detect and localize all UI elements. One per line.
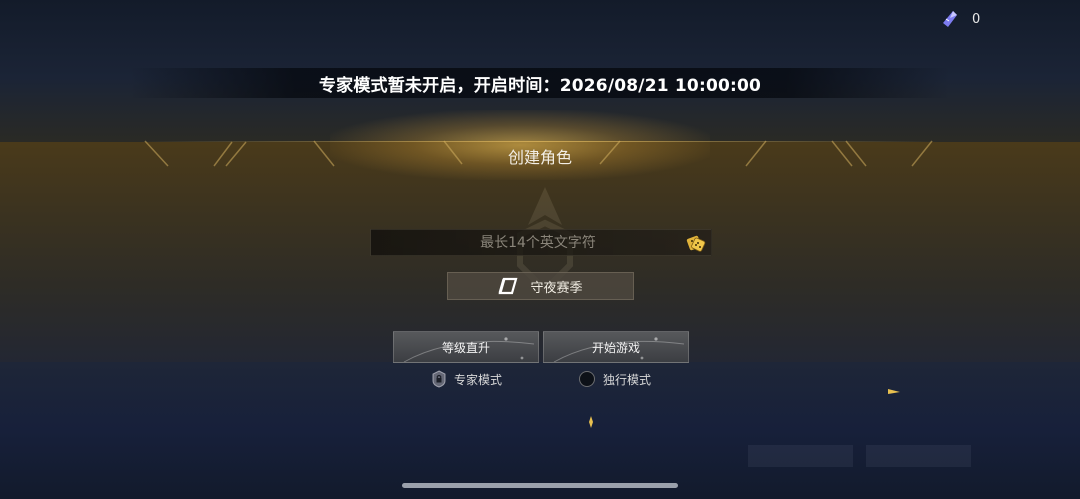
expert-mode-option[interactable]: 专家模式	[432, 369, 502, 389]
gem-icon	[943, 11, 957, 27]
notice-text: 专家模式暂未开启，开启时间：2026/08/21 10:00:00	[318, 75, 762, 96]
faded-background-button	[866, 445, 971, 467]
solo-mode-option[interactable]: 独行模式	[579, 369, 651, 389]
random-name-dice-icon[interactable]	[685, 232, 707, 254]
background-ground	[0, 362, 1080, 499]
home-indicator[interactable]	[402, 483, 678, 488]
horizon-line	[140, 141, 940, 142]
level-up-button[interactable]: 等级直升	[393, 331, 539, 363]
currency-bar: 0	[940, 6, 1080, 32]
solo-mode-radio[interactable]	[579, 371, 595, 387]
start-game-button[interactable]: 开始游戏	[543, 331, 689, 363]
spark	[888, 389, 900, 394]
name-field	[370, 229, 712, 256]
lock-icon	[432, 370, 446, 388]
start-game-label: 开始游戏	[591, 340, 640, 355]
expert-mode-label: 专家模式	[454, 372, 503, 387]
solo-mode-label: 独行模式	[603, 372, 652, 387]
page-title: 创建角色	[507, 148, 572, 167]
level-up-label: 等级直升	[441, 340, 490, 355]
currency-value: 0	[972, 11, 981, 27]
expert-mode-notice: 专家模式暂未开启，开启时间：2026/08/21 10:00:00	[130, 68, 950, 98]
season-icon	[499, 277, 518, 295]
season-button-label: 守夜赛季	[530, 280, 583, 296]
character-name-input[interactable]	[371, 230, 685, 255]
faded-background-button	[748, 445, 853, 467]
season-button[interactable]: 守夜赛季	[447, 272, 634, 300]
spark	[589, 416, 593, 428]
